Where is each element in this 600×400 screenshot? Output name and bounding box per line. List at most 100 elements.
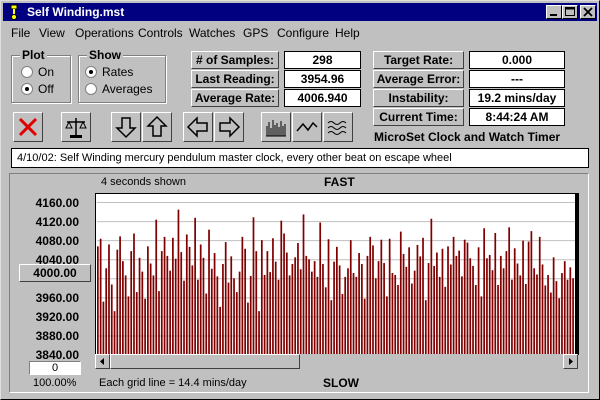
arrow-left-icon <box>186 116 208 138</box>
scroll-right-arrow[interactable] <box>563 354 578 369</box>
rate-bar <box>233 278 235 355</box>
menu-view[interactable]: View <box>39 26 65 40</box>
menu-gps[interactable]: GPS <box>243 26 268 40</box>
scroll-left-button[interactable] <box>183 112 213 142</box>
zoom-label: 100.00% <box>33 377 77 389</box>
rate-bar <box>235 292 238 355</box>
target-rate-value: 0.000 <box>469 51 565 69</box>
note-field[interactable]: 4/10/02: Self Winding mercury pendulum m… <box>11 148 589 168</box>
seconds-shown-label: 4 seconds shown <box>101 176 186 188</box>
rate-bar <box>336 246 338 355</box>
app-name-label: MicroSet Clock and Watch Timer <box>374 130 561 144</box>
center-rate-button[interactable]: 4000.00 <box>19 264 91 282</box>
rate-bar <box>180 252 183 355</box>
menu-controls[interactable]: Controls <box>138 26 183 40</box>
rate-bar <box>191 265 194 355</box>
rate-bar <box>149 263 152 355</box>
rate-bar <box>122 261 124 355</box>
average-error-value: --- <box>469 70 565 88</box>
rate-bar <box>547 274 549 355</box>
rate-bar <box>399 231 402 355</box>
menu-watches[interactable]: Watches <box>189 26 235 40</box>
rate-bar <box>544 285 547 355</box>
rate-bar <box>152 275 155 355</box>
rate-bar <box>424 300 427 355</box>
rate-bar <box>472 265 474 355</box>
rate-bar <box>194 217 196 355</box>
rate-bar <box>305 255 308 355</box>
rate-bar <box>333 261 335 355</box>
rate-bar <box>530 231 533 355</box>
rate-bar <box>288 275 291 355</box>
plot-off-radio[interactable]: Off <box>21 82 54 96</box>
rate-bar <box>447 246 449 355</box>
rate-bar <box>263 274 266 355</box>
show-rates-radio[interactable]: Rates <box>85 65 133 79</box>
average-rate-value: 4006.940 <box>284 89 361 107</box>
rate-bar <box>119 236 121 355</box>
plot-off-label: Off <box>38 82 54 96</box>
current-time-label: Current Time: <box>373 108 464 126</box>
rate-bar <box>313 261 316 355</box>
rate-bar <box>202 257 205 355</box>
y-tick-label: 3920.00 <box>35 309 79 324</box>
radio-selected-icon <box>21 83 33 95</box>
menu-operations[interactable]: Operations <box>75 26 134 40</box>
rate-bar <box>208 229 210 355</box>
balance-button[interactable] <box>61 112 91 142</box>
rate-bar <box>372 245 374 355</box>
arrow-down-icon <box>115 117 137 139</box>
show-group-title: Show <box>87 48 123 62</box>
offset-field[interactable]: 0 <box>29 361 81 375</box>
line-view-button[interactable] <box>292 112 322 142</box>
bar-view-button[interactable] <box>261 112 291 142</box>
rate-bar <box>433 265 435 355</box>
rate-bar <box>408 247 410 355</box>
rate-bar <box>319 222 322 355</box>
rate-bar <box>483 228 486 355</box>
menu-help[interactable]: Help <box>335 26 360 40</box>
balance-scale-icon <box>65 118 87 138</box>
wave-view-button[interactable] <box>323 112 353 142</box>
rate-bar <box>308 259 310 355</box>
rate-bar <box>461 276 463 355</box>
minimize-button[interactable] <box>546 5 562 19</box>
radio-selected-icon <box>85 66 97 78</box>
rate-chart <box>95 193 579 355</box>
rate-bar <box>419 256 422 355</box>
rate-bar <box>158 291 160 355</box>
rate-bar <box>260 240 263 355</box>
rate-bar <box>338 265 341 355</box>
stop-button[interactable] <box>13 112 43 142</box>
rate-bar <box>185 234 188 355</box>
rate-bar <box>519 275 522 355</box>
rate-bar <box>441 248 444 355</box>
rate-bar <box>130 251 133 355</box>
rate-bar <box>508 227 511 355</box>
menu-configure[interactable]: Configure <box>277 26 329 40</box>
scroll-left-arrow[interactable] <box>95 354 110 369</box>
chart-horizontal-scrollbar[interactable] <box>95 354 578 370</box>
rate-bar <box>355 276 358 355</box>
rate-bar <box>466 242 469 355</box>
scroll-thumb[interactable] <box>110 354 300 369</box>
rate-bar <box>452 236 455 355</box>
rate-bar <box>474 284 477 355</box>
y-tick-label: 3840.00 <box>35 348 79 362</box>
maximize-button[interactable] <box>562 5 578 19</box>
rate-bar <box>511 279 513 355</box>
rate-bar <box>258 311 260 355</box>
rate-bar <box>549 292 552 355</box>
close-button[interactable] <box>580 5 596 19</box>
scroll-down-button[interactable] <box>111 112 141 142</box>
rate-bar <box>272 238 274 355</box>
triangle-right-icon <box>569 358 573 365</box>
rate-bar <box>327 239 330 355</box>
rate-bar <box>538 236 541 355</box>
scroll-right-button[interactable] <box>214 112 244 142</box>
rate-bar <box>302 214 305 355</box>
plot-on-radio[interactable]: On <box>21 65 54 79</box>
show-averages-radio[interactable]: Averages <box>85 82 152 96</box>
scroll-up-button[interactable] <box>142 112 172 142</box>
menu-file[interactable]: File <box>11 26 30 40</box>
